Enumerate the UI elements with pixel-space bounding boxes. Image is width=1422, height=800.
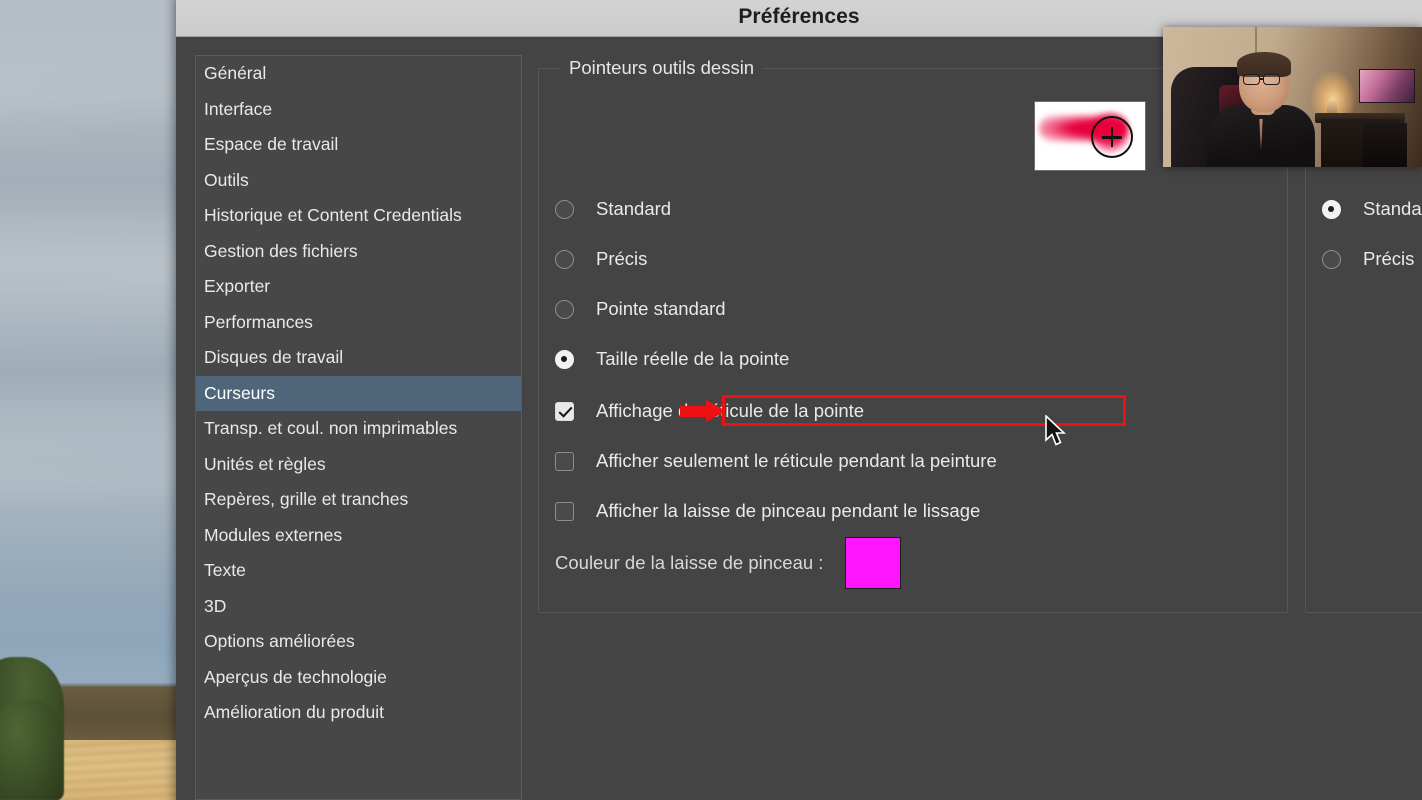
photo-sky bbox=[0, 0, 176, 688]
checkbox-label: Affichage du réticule de la pointe bbox=[596, 400, 865, 421]
arrow-shaft bbox=[680, 406, 708, 417]
sidebar-item-label: Modules externes bbox=[204, 524, 343, 545]
sidebar-item-label: Outils bbox=[204, 169, 249, 190]
sidebar-item[interactable]: Texte bbox=[196, 553, 521, 589]
brush-leash-color-label: Couleur de la laisse de pinceau : bbox=[555, 552, 824, 573]
photo-trees-lower bbox=[0, 700, 60, 800]
sidebar-item[interactable]: Modules externes bbox=[196, 518, 521, 554]
radio-row[interactable]: Standard bbox=[555, 195, 671, 223]
sidebar-item[interactable]: Transp. et coul. non imprimables bbox=[196, 411, 521, 447]
brush-leash-color-row: Couleur de la laisse de pinceau : bbox=[555, 537, 902, 589]
sidebar-item[interactable]: Repères, grille et tranches bbox=[196, 482, 521, 518]
sidebar-item-label: Transp. et coul. non imprimables bbox=[204, 418, 458, 438]
radio-button-icon[interactable] bbox=[1322, 199, 1341, 219]
sidebar-item[interactable]: Exporter bbox=[196, 269, 521, 305]
sidebar-item-label: Historique et Content Credentials bbox=[204, 205, 462, 225]
sidebar-item-label: Gestion des fichiers bbox=[204, 240, 358, 261]
sidebar-item[interactable]: Performances bbox=[196, 305, 521, 341]
sidebar-item-label: Unités et règles bbox=[204, 453, 326, 474]
webcam-speaker bbox=[1363, 123, 1407, 167]
webcam-glasses-left bbox=[1243, 74, 1260, 85]
sidebar-item-label: Texte bbox=[204, 560, 246, 580]
sidebar-item[interactable]: Interface bbox=[196, 92, 521, 128]
radio-label: Standard bbox=[1363, 198, 1422, 219]
webcam-wall-art bbox=[1359, 69, 1415, 103]
brush-leash-color-swatch[interactable] bbox=[845, 537, 902, 589]
sidebar-item[interactable]: Aperçus de technologie bbox=[196, 660, 521, 696]
webcam-overlay bbox=[1163, 27, 1422, 167]
sidebar-item-label: Interface bbox=[204, 98, 273, 119]
sidebar-item[interactable]: Options améliorées bbox=[196, 624, 521, 660]
sidebar-item[interactable]: Amélioration du produit bbox=[196, 695, 521, 731]
mouse-pointer bbox=[1045, 414, 1069, 449]
sidebar-item-label: 3D bbox=[204, 595, 227, 616]
radio-button-icon[interactable] bbox=[555, 349, 574, 369]
radio-button-icon[interactable] bbox=[555, 199, 574, 219]
sidebar-item[interactable]: Historique et Content Credentials bbox=[196, 198, 521, 234]
radio-button-icon[interactable] bbox=[555, 249, 574, 269]
document-photo bbox=[0, 0, 176, 800]
checkbox-icon[interactable] bbox=[555, 451, 574, 471]
sidebar-item-label: Exporter bbox=[204, 276, 271, 296]
sidebar-item[interactable]: Curseurs bbox=[196, 375, 521, 411]
sidebar-item[interactable]: Outils bbox=[196, 163, 521, 199]
sidebar-item-label: Options améliorées bbox=[204, 631, 355, 651]
red-arrow-annotation bbox=[680, 400, 728, 422]
radio-button-icon[interactable] bbox=[1322, 249, 1341, 269]
checkbox-row[interactable]: Afficher la laisse de pinceau pendant le… bbox=[555, 497, 980, 525]
screen: Préférences Général Interface Espace de tr… bbox=[0, 0, 1422, 800]
sidebar-item-label: Performances bbox=[204, 311, 313, 332]
sidebar-item-label: Espace de travail bbox=[204, 134, 339, 154]
sidebar-item-label: Disques de travail bbox=[204, 347, 344, 367]
radio-label: Standard bbox=[596, 198, 672, 219]
sidebar-item[interactable]: Unités et règles bbox=[196, 447, 521, 483]
brush-tip-preview bbox=[1034, 101, 1146, 171]
sidebar-item[interactable]: Gestion des fichiers bbox=[196, 234, 521, 270]
sidebar-item-label: Général bbox=[204, 63, 267, 83]
webcam-glasses-right bbox=[1263, 74, 1280, 85]
checkbox-icon[interactable] bbox=[555, 401, 574, 421]
preferences-category-list[interactable]: Général Interface Espace de travail Outils H… bbox=[195, 55, 522, 800]
radio-row[interactable]: Standard bbox=[1322, 195, 1422, 223]
radio-row[interactable]: Pointe standard bbox=[555, 295, 726, 323]
sidebar-item[interactable]: 3D bbox=[196, 589, 521, 625]
radio-label: Précis bbox=[1363, 248, 1415, 269]
arrow-head bbox=[706, 400, 726, 422]
checkbox-icon[interactable] bbox=[555, 501, 574, 521]
painting-cursors-legend: Pointeurs outils dessin bbox=[561, 57, 763, 79]
webcam-glasses-bridge bbox=[1260, 78, 1264, 80]
radio-row[interactable]: Précis bbox=[1322, 245, 1414, 273]
crosshair-vertical-icon bbox=[1110, 127, 1114, 147]
radio-row[interactable]: Taille réelle de la pointe bbox=[555, 345, 789, 373]
radio-row[interactable]: Précis bbox=[555, 245, 647, 273]
checkbox-row[interactable]: Afficher seulement le réticule pendant l… bbox=[555, 447, 997, 475]
sidebar-item-label: Curseurs bbox=[204, 382, 275, 403]
radio-button-icon[interactable] bbox=[555, 299, 574, 319]
checkbox-label: Afficher seulement le réticule pendant l… bbox=[596, 450, 997, 471]
sidebar-item-label: Repères, grille et tranches bbox=[204, 489, 409, 509]
sidebar-item[interactable]: Général bbox=[196, 56, 521, 92]
checkbox-label: Afficher la laisse de pinceau pendant le… bbox=[596, 500, 981, 521]
sidebar-item[interactable]: Espace de travail bbox=[196, 127, 521, 163]
radio-label: Pointe standard bbox=[596, 298, 726, 319]
sidebar-item-label: Aperçus de technologie bbox=[204, 666, 387, 687]
sidebar-item[interactable]: Disques de travail bbox=[196, 340, 521, 376]
radio-label: Taille réelle de la pointe bbox=[596, 348, 790, 369]
sidebar-item-label: Amélioration du produit bbox=[204, 702, 384, 722]
radio-label: Précis bbox=[596, 248, 648, 269]
